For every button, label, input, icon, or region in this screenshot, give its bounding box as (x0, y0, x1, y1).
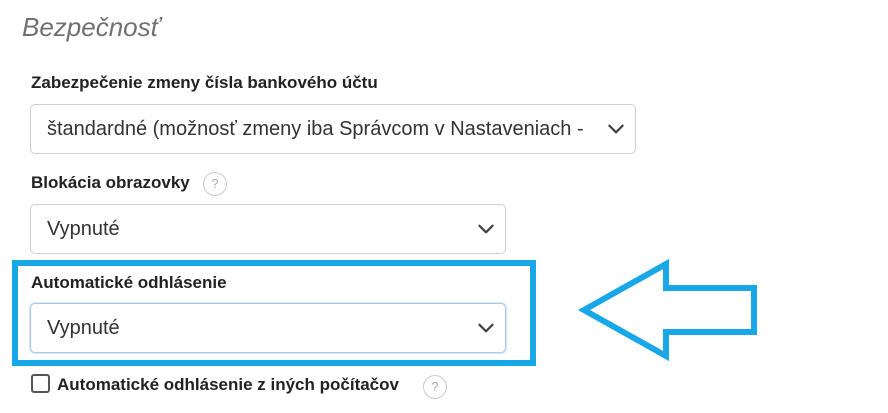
section-title: Bezpečnosť (22, 12, 160, 42)
chevron-down-icon (478, 323, 494, 333)
auto-logout-value: Vypnuté (47, 316, 120, 339)
security-settings-page: Bezpečnosť Zabezpečenie zmeny čísla bank… (0, 0, 888, 413)
auto-logout-label: Automatické odhlásenie (31, 273, 227, 292)
bank-account-change-select[interactable]: štandardné (možnosť zmeny iba Správcom v… (30, 104, 636, 154)
auto-logout-other-help-icon[interactable]: ? (423, 375, 447, 399)
chevron-down-icon (608, 124, 624, 134)
bank-account-change-label: Zabezpečenie zmeny čísla bankového účtu (31, 73, 378, 92)
auto-logout-other-checkbox[interactable] (31, 374, 50, 393)
screen-lock-help-icon[interactable]: ? (203, 172, 227, 196)
screen-lock-select[interactable]: Vypnuté (30, 204, 506, 254)
auto-logout-select[interactable]: Vypnuté (30, 303, 506, 353)
screen-lock-label: Blokácia obrazovky (31, 173, 190, 192)
left-arrow-callout-icon (578, 258, 757, 362)
chevron-down-icon (478, 224, 494, 234)
bank-account-change-value: štandardné (možnosť zmeny iba Správcom v… (47, 117, 584, 140)
screen-lock-value: Vypnuté (47, 217, 120, 240)
auto-logout-other-label: Automatické odhlásenie z iných počítačov (57, 375, 399, 394)
